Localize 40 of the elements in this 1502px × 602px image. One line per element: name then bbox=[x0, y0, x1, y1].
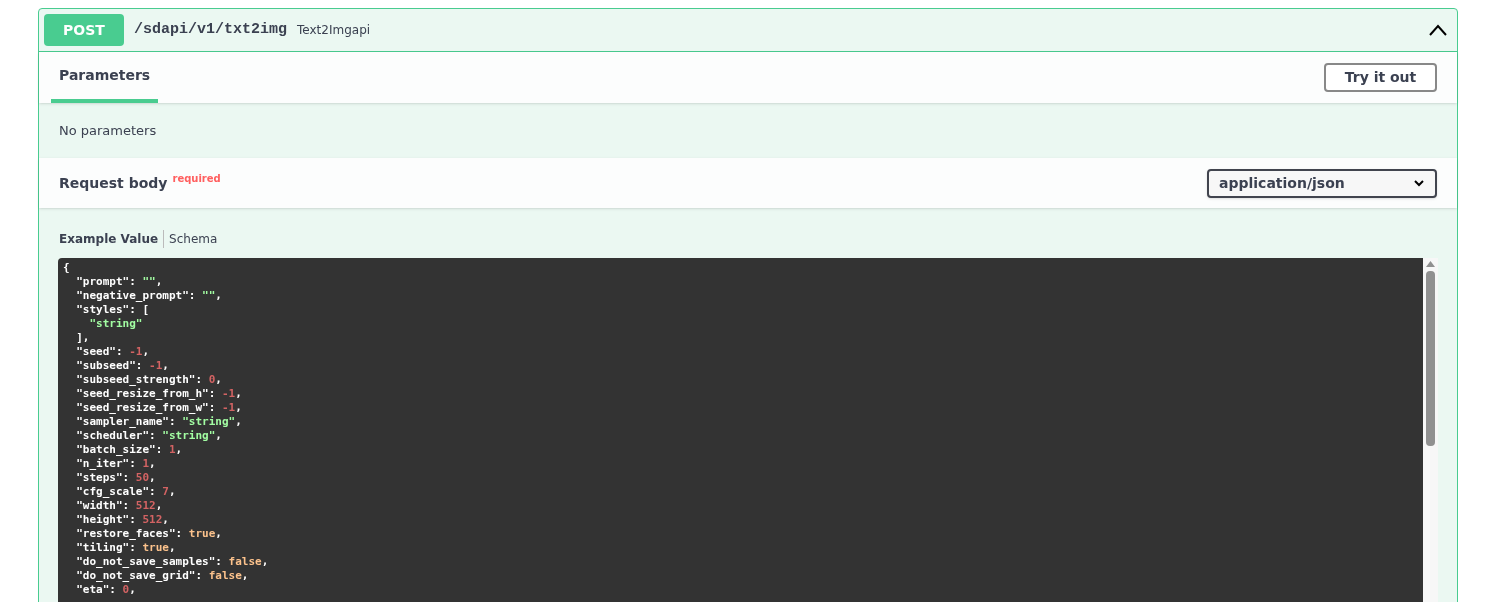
code-line: "scheduler": "string", bbox=[75, 429, 223, 443]
code-line: "batch_size": 1, bbox=[75, 443, 184, 457]
code-line: "height": 512, bbox=[75, 513, 170, 527]
code-line: "negative_prompt": "", bbox=[75, 289, 223, 303]
endpoint-path: /sdapi/v1/txt2img bbox=[134, 19, 288, 40]
request-body-title: Request body bbox=[59, 173, 168, 193]
code-line: "prompt": "", bbox=[75, 275, 164, 289]
code-line: ], bbox=[75, 331, 91, 345]
code-line: "subseed": -1, bbox=[75, 359, 170, 373]
code-line: "n_iter": 1, bbox=[75, 457, 157, 471]
example-tab[interactable]: Example Value bbox=[59, 230, 164, 248]
required-label: required bbox=[172, 171, 221, 186]
code-line: "tiling": true, bbox=[75, 541, 177, 555]
code-line: "cfg_scale": 7, bbox=[75, 485, 177, 499]
example-tab[interactable]: Schema bbox=[163, 230, 223, 248]
code-line: "subseed_strength": 0, bbox=[75, 373, 223, 387]
content-type-select[interactable]: application/json bbox=[1207, 168, 1437, 198]
no-parameters-text: No parameters bbox=[59, 121, 157, 140]
code-line: "do_not_save_grid": false, bbox=[75, 569, 250, 583]
endpoint-summary: Text2Imgapi bbox=[297, 22, 371, 39]
scrollbar[interactable] bbox=[1423, 258, 1438, 602]
code-line: "seed_resize_from_w": -1, bbox=[75, 401, 243, 415]
code-line: "steps": 50, bbox=[75, 471, 157, 485]
code-line: "restore_faces": true, bbox=[75, 527, 223, 541]
code-line: "width": 512, bbox=[75, 499, 164, 513]
code-line: "styles": [ bbox=[75, 303, 151, 317]
code-line: "eta": 0, bbox=[75, 583, 137, 597]
chevron-down-icon bbox=[1413, 179, 1425, 187]
code-line: "string" bbox=[88, 317, 144, 331]
section-tab[interactable]: Parameters bbox=[51, 52, 159, 103]
code-line: "sampler_name": "string", bbox=[75, 415, 243, 429]
method-badge: POST bbox=[44, 14, 124, 46]
code-line: "do_not_save_samples": false, bbox=[75, 555, 270, 569]
try-it-out-button[interactable]: Try it out bbox=[1324, 63, 1437, 92]
code-line: { bbox=[63, 261, 71, 275]
code-line: "seed": -1, bbox=[75, 345, 151, 359]
code-line: "seed_resize_from_h": -1, bbox=[75, 387, 243, 401]
scrollbar-thumb[interactable] bbox=[1426, 271, 1435, 446]
scroll-up-arrow-icon[interactable] bbox=[1426, 261, 1435, 267]
chevron-up-icon[interactable] bbox=[1428, 23, 1448, 37]
